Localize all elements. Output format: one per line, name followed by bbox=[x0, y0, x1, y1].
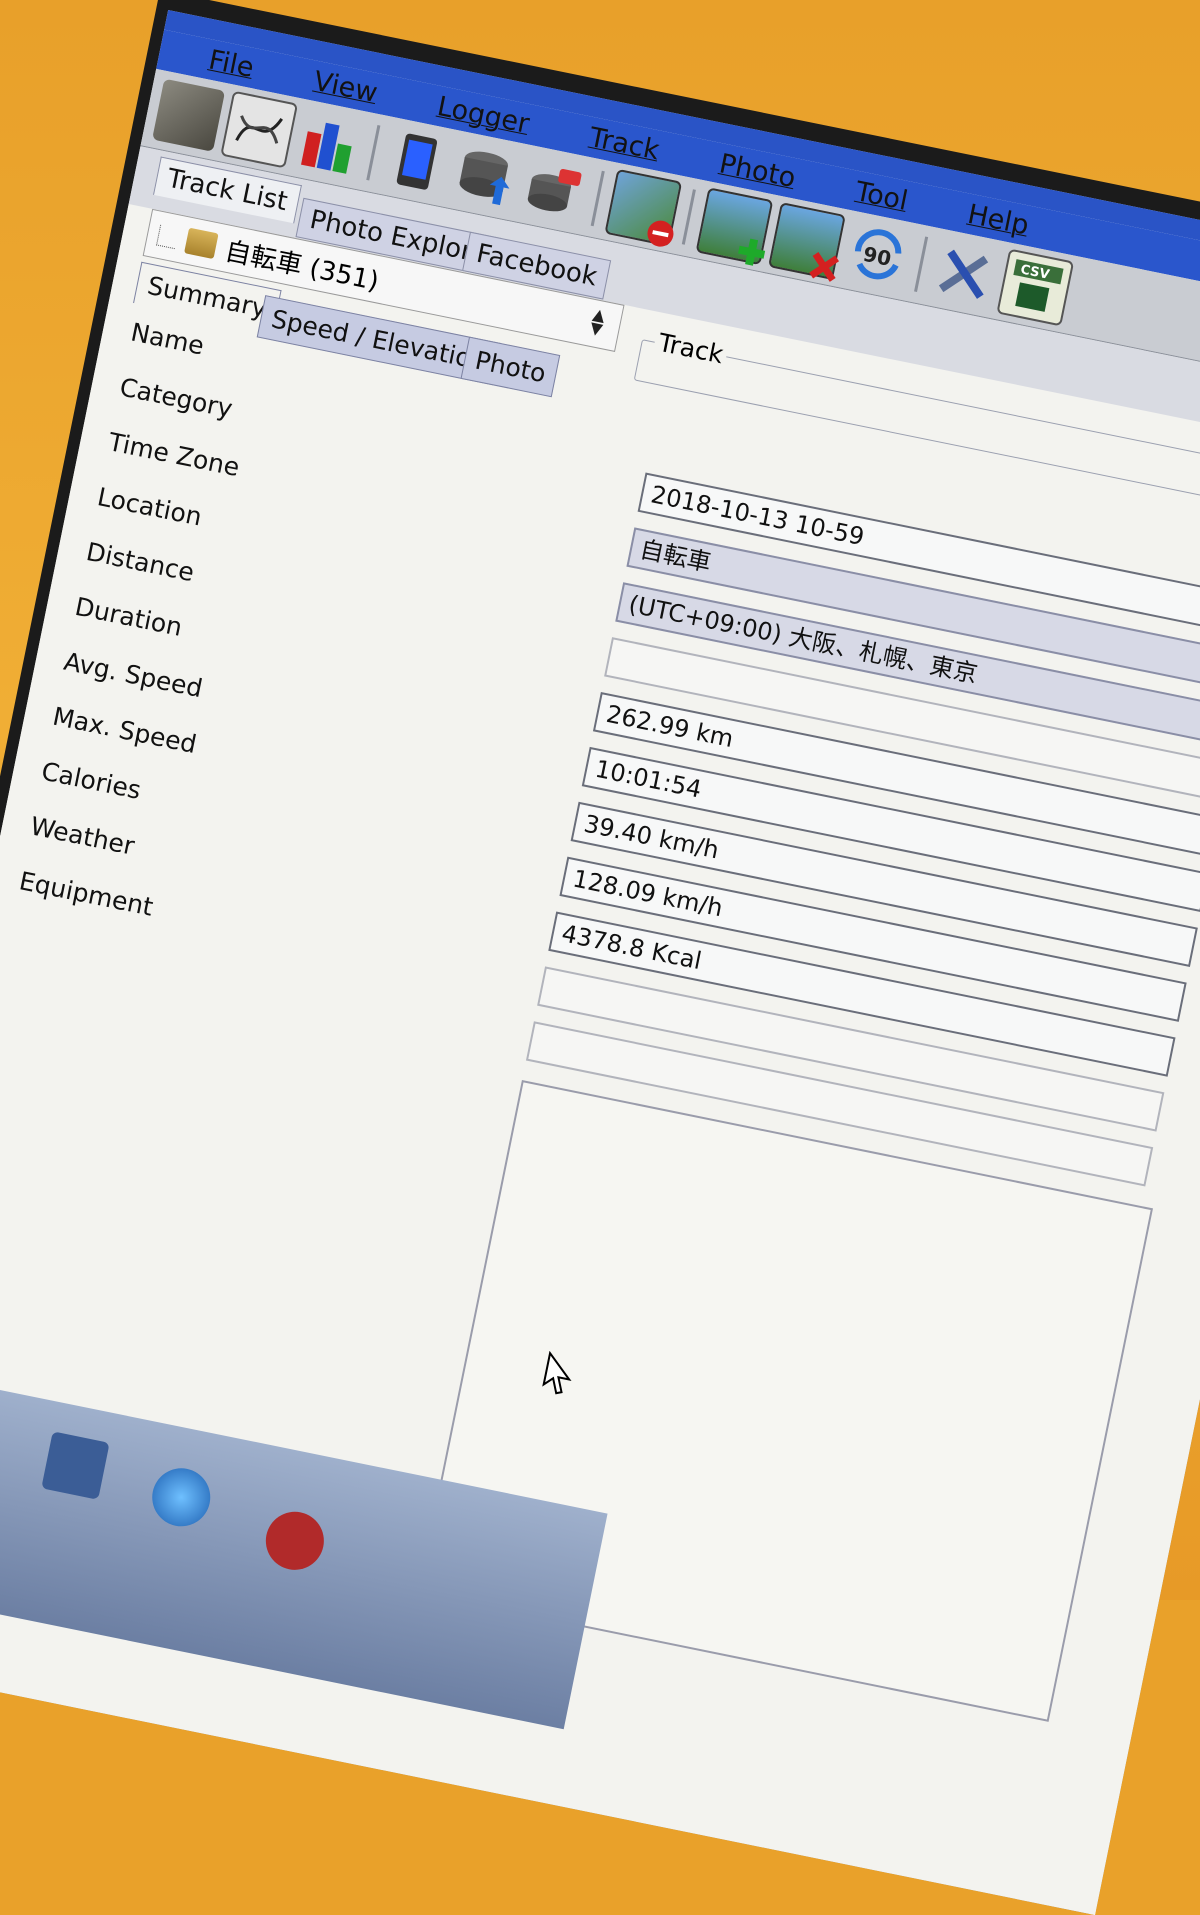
menu-tool[interactable]: Tool bbox=[853, 176, 911, 217]
internet-explorer-icon[interactable] bbox=[147, 1463, 216, 1532]
device-icon[interactable] bbox=[380, 125, 453, 198]
database-erase-icon[interactable] bbox=[518, 153, 591, 226]
map-remove-icon[interactable] bbox=[604, 168, 683, 247]
label-avg-speed: Avg. Speed bbox=[61, 646, 205, 704]
track-group-label: Track bbox=[652, 327, 730, 371]
label-name: Name bbox=[128, 317, 207, 361]
label-weather: Weather bbox=[27, 811, 137, 861]
label-category: Category bbox=[117, 372, 235, 424]
chart-icon[interactable] bbox=[220, 90, 299, 169]
track-list-panel: 自転車 (351) ▲ ▼ Track Summary Speed / Eleva… bbox=[0, 204, 1200, 1915]
photo-icon[interactable] bbox=[152, 78, 226, 152]
remove-photo-icon[interactable] bbox=[768, 202, 846, 282]
label-equipment: Equipment bbox=[16, 866, 156, 922]
database-upload-icon[interactable] bbox=[449, 139, 522, 212]
tools-icon[interactable] bbox=[928, 237, 1001, 310]
taskbar-app-icon[interactable] bbox=[41, 1431, 110, 1500]
label-location: Location bbox=[94, 482, 205, 532]
label-distance: Distance bbox=[83, 536, 197, 588]
rotate-90-icon[interactable]: 90 bbox=[841, 219, 914, 292]
toolbar-separator bbox=[681, 189, 696, 245]
add-photo-icon[interactable] bbox=[695, 187, 774, 266]
photo-background: File View Logger Track Photo Tool Help 9… bbox=[0, 0, 1200, 1915]
tab-photo[interactable]: Photo bbox=[460, 336, 561, 398]
folder-icon bbox=[184, 227, 219, 260]
label-duration: Duration bbox=[72, 591, 185, 642]
label-time-zone: Time Zone bbox=[106, 427, 242, 483]
toolbar-separator bbox=[590, 170, 605, 227]
menu-file[interactable]: File bbox=[206, 44, 256, 83]
taskbar-mascot-icon[interactable] bbox=[260, 1506, 330, 1576]
bar-chart-icon[interactable] bbox=[293, 107, 366, 180]
label-calories: Calories bbox=[39, 756, 144, 805]
csv-export-icon[interactable]: CSV bbox=[996, 248, 1075, 327]
label-max-speed: Max. Speed bbox=[50, 701, 200, 760]
tree-branch-icon bbox=[156, 224, 179, 249]
toolbar-separator bbox=[914, 236, 929, 292]
toolbar-separator bbox=[366, 125, 381, 181]
rotate-90-label: 90 bbox=[861, 242, 893, 271]
